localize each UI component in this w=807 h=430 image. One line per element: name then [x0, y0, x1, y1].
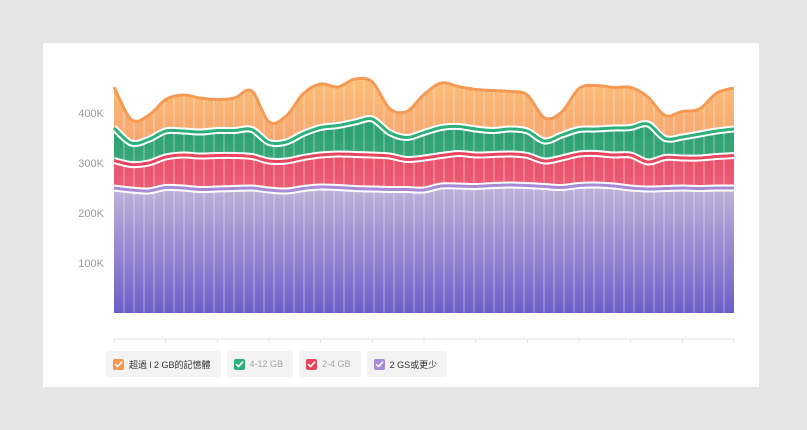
y-tick-label: 100K — [78, 258, 104, 270]
legend-checkbox-icon[interactable] — [373, 358, 385, 370]
stacked-area-chart: 100K 200K 300K 400K — [78, 58, 735, 343]
legend-checkbox-icon[interactable] — [233, 358, 245, 370]
legend-item[interactable]: 2-4 GB — [299, 351, 361, 377]
chart-legend: 超過 l 2 GB的記憶體 4-12 GB 2-4 GB 2 GS或更少 — [106, 351, 448, 377]
legend-item[interactable]: 2 GS或更少 — [366, 351, 448, 377]
legend-checkbox-icon[interactable] — [306, 358, 318, 370]
chart-card: 100K 200K 300K 400K 超過 l 2 GB的記憶體 4-12 GB 2-4… — [43, 43, 759, 387]
legend-label: 2-4 GB — [322, 359, 351, 369]
legend-label: 4-12 GB — [249, 359, 284, 369]
y-tick-label: 300K — [78, 158, 104, 170]
legend-item[interactable]: 超過 l 2 GB的記憶體 — [106, 351, 221, 377]
legend-item[interactable]: 4-12 GB — [226, 351, 294, 377]
legend-checkbox-icon[interactable] — [113, 358, 124, 370]
y-tick-label: 200K — [78, 208, 104, 220]
legend-label: 超過 l 2 GB的記憶體 — [129, 359, 211, 370]
y-tick-label: 400K — [78, 108, 104, 120]
legend-label: 2 GS或更少 — [389, 359, 438, 370]
